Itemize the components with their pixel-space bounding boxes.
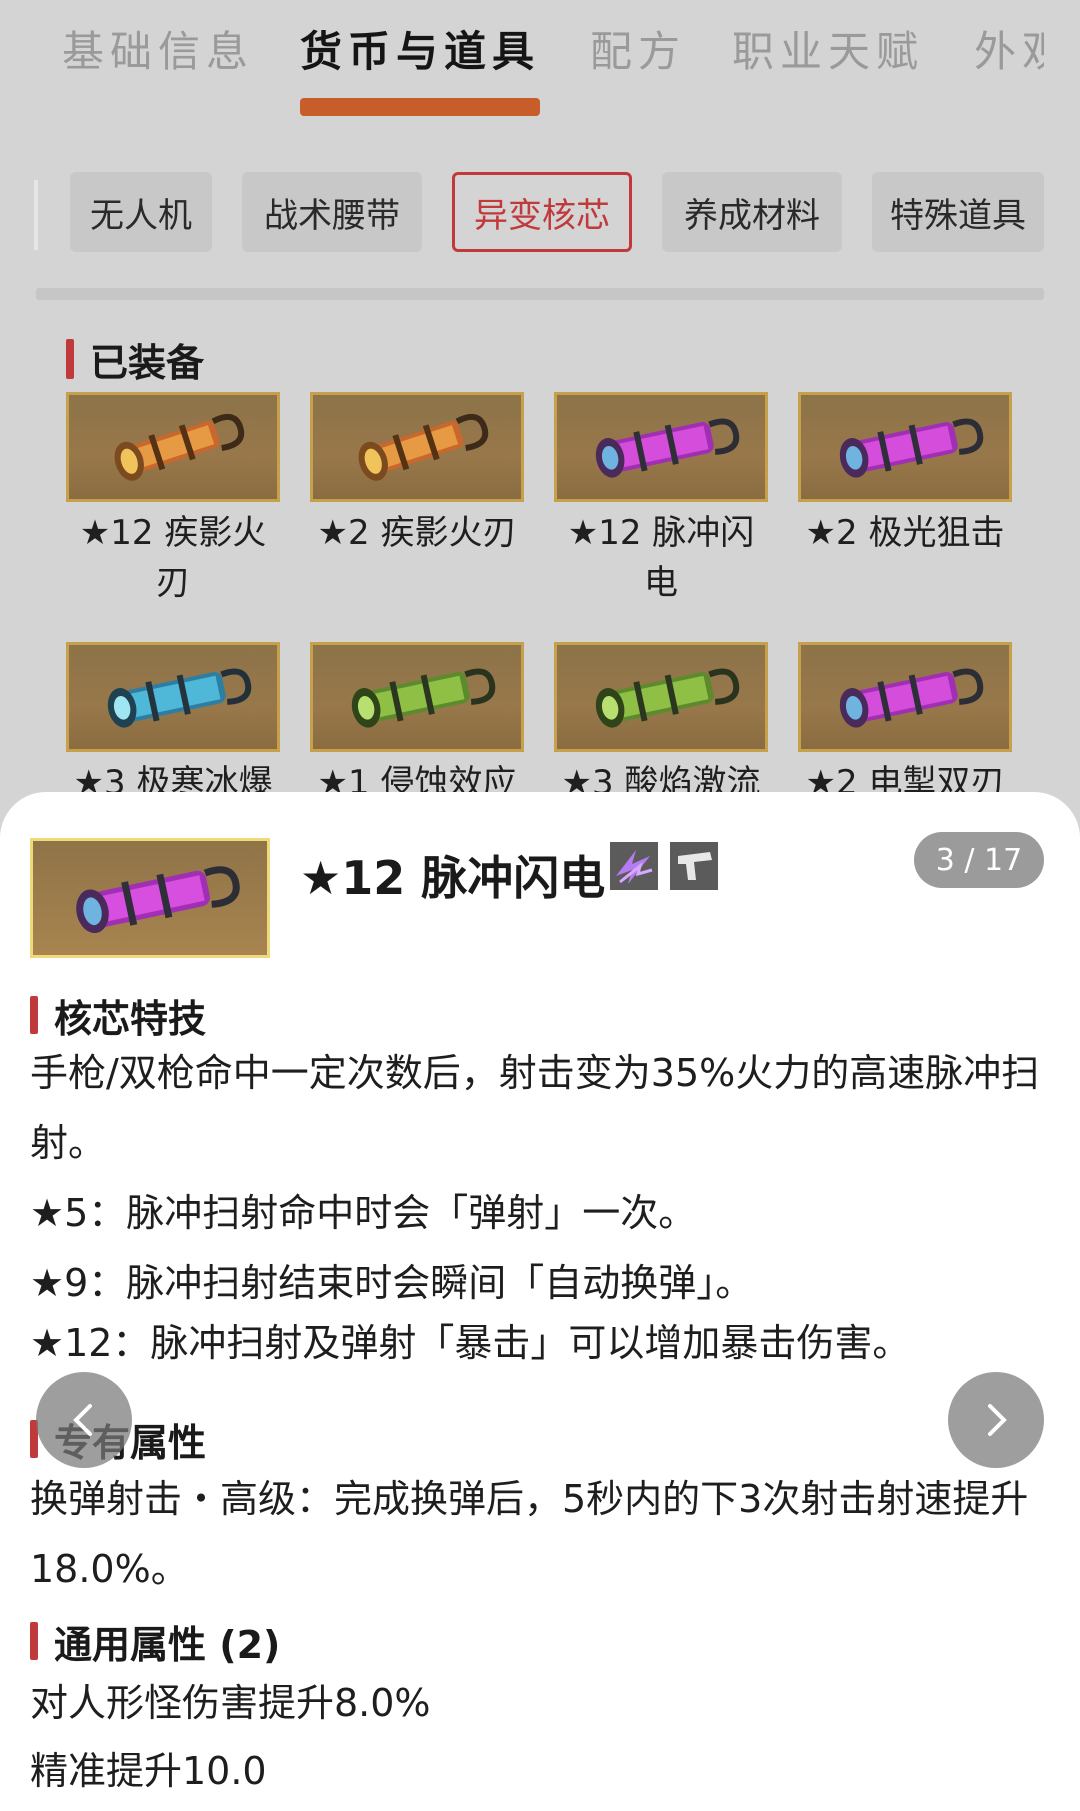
chevron-right-icon — [988, 1404, 1007, 1436]
item-name: ★12 疾影火刃 — [79, 513, 267, 603]
equipped-item[interactable]: ★3 极寒冰爆 — [66, 642, 280, 808]
equipped-item[interactable]: ★3 酸焰激流 — [554, 642, 768, 808]
core-purple-icon — [798, 642, 1012, 752]
core-skill-title: 核芯特技 — [54, 996, 207, 1041]
tab-basic-info[interactable]: 基础信息 — [62, 18, 254, 79]
core-green-icon — [554, 642, 768, 752]
core-skill-star12: ★12：脉冲扫射及弹射「暴击」可以增加暴击伤害。 — [30, 1321, 911, 1365]
general-attr-line: 精准提升10.0 — [30, 1749, 267, 1793]
item-name: ★2 极光狙击 — [805, 513, 1005, 553]
tab-currency-items[interactable]: 货币与道具 — [300, 18, 540, 79]
core-blue-icon — [66, 642, 280, 752]
general-attr-title: 通用属性 (2) — [54, 1622, 281, 1667]
scroll-edge — [34, 180, 38, 250]
core-orange-icon — [66, 392, 280, 502]
section-marker — [30, 1622, 38, 1660]
prev-button[interactable] — [36, 1372, 132, 1468]
core-skill-header: 核芯特技 — [30, 990, 207, 1041]
item-detail-sheet: ★12 脉冲闪电 3 / 17 核芯特技 手枪/双枪命中一定次数后，射击变为35… — [0, 792, 1080, 1811]
background-page: 基础信息 货币与道具 配方 职业天赋 外观 无人机 战术腰带 异变核芯 养成材料… — [0, 0, 1080, 820]
sub-tab-scrollbar[interactable] — [36, 288, 1044, 300]
subtab-tactical-belt[interactable]: 战术腰带 — [242, 172, 422, 252]
pistol-icon — [670, 842, 718, 890]
equipped-header: 已装备 — [66, 336, 204, 385]
equipped-item[interactable]: ★2 电掣双刃 — [798, 642, 1012, 808]
equipped-item[interactable]: ★12 脉冲闪电 — [554, 392, 768, 608]
equipped-item[interactable]: ★12 疾影火刃 — [66, 392, 280, 608]
core-purple-icon — [30, 838, 270, 958]
active-tab-indicator — [300, 98, 540, 116]
subtab-mutation-core[interactable]: 异变核芯 — [452, 172, 632, 252]
core-purple-icon — [554, 392, 768, 502]
tab-recipes[interactable]: 配方 — [590, 18, 686, 79]
tab-appearance[interactable]: 外观 — [974, 18, 1044, 79]
equipped-title: 已装备 — [90, 340, 205, 385]
sub-tab-bar: 无人机 战术腰带 异变核芯 养成材料 特殊道具 — [0, 172, 1080, 256]
section-marker — [30, 996, 38, 1034]
next-button[interactable] — [948, 1372, 1044, 1468]
core-purple-icon — [798, 392, 1012, 502]
equipped-item[interactable]: ★2 疾影火刃 — [310, 392, 524, 558]
page-counter: 3 / 17 — [914, 832, 1044, 888]
chevron-left-icon — [73, 1404, 92, 1436]
exclusive-attr-desc: 换弹射击・高级：完成换弹后，5秒内的下3次射击射速提升18.0%。 — [30, 1477, 1029, 1591]
item-name: ★12 脉冲闪电 — [567, 513, 755, 603]
general-attr-line: 对人形怪伤害提升8.0% — [30, 1681, 431, 1725]
core-orange-icon — [310, 392, 524, 502]
item-name: ★2 疾影火刃 — [317, 513, 517, 553]
lightning-icon — [610, 842, 658, 890]
equipped-item[interactable]: ★2 极光狙击 — [798, 392, 1012, 558]
general-attr-header: 通用属性 (2) — [30, 1616, 281, 1667]
core-green-icon — [310, 642, 524, 752]
subtab-growth-materials[interactable]: 养成材料 — [662, 172, 842, 252]
section-marker — [66, 339, 74, 379]
main-tab-bar: 基础信息 货币与道具 配方 职业天赋 外观 — [0, 0, 1080, 130]
detail-title: ★12 脉冲闪电 — [300, 851, 606, 905]
core-skill-star5: ★5：脉冲扫射命中时会「弹射」一次。 — [30, 1191, 697, 1235]
subtab-drone[interactable]: 无人机 — [70, 172, 212, 252]
core-skill-desc: 手枪/双枪命中一定次数后，射击变为35%火力的高速脉冲扫射。 — [30, 1051, 1040, 1165]
subtab-special-items[interactable]: 特殊道具 — [872, 172, 1044, 252]
equipped-item[interactable]: ★1 侵蚀效应 — [310, 642, 524, 808]
tab-class-talents[interactable]: 职业天赋 — [732, 18, 924, 79]
